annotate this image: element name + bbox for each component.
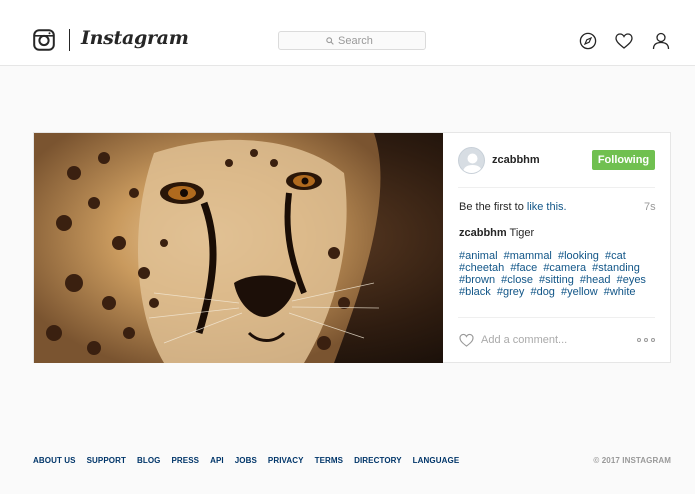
footer-link-jobs[interactable]: JOBS	[235, 456, 257, 465]
footer-link-blog[interactable]: BLOG	[137, 456, 161, 465]
caption-text: Tiger	[506, 227, 535, 239]
hashtag-link[interactable]: #animal	[459, 250, 498, 262]
search-icon	[326, 36, 334, 45]
hashtag-link[interactable]: #looking	[558, 250, 599, 262]
avatar[interactable]	[458, 147, 485, 174]
post-photo[interactable]	[34, 133, 443, 363]
hashtag-link[interactable]: #grey	[497, 286, 525, 298]
comment-heart-icon[interactable]	[459, 333, 474, 347]
hashtag-link[interactable]: #mammal	[504, 250, 552, 262]
instagram-wordmark[interactable]: Instagram	[81, 27, 189, 49]
hashtag-list: #animal #mammal #looking #cat #cheetah #…	[459, 250, 659, 298]
footer-link-language[interactable]: LANGUAGE	[413, 456, 460, 465]
post-header: zcabbhm Following	[443, 133, 671, 187]
footer: ABOUT US SUPPORT BLOG PRESS API JOBS PRI…	[33, 456, 671, 468]
divider	[458, 187, 655, 188]
footer-link-directory[interactable]: DIRECTORY	[354, 456, 402, 465]
hashtag-link[interactable]: #dog	[530, 286, 554, 298]
hashtag-link[interactable]: #yellow	[561, 286, 598, 298]
compass-icon[interactable]	[579, 32, 597, 50]
hashtag-link[interactable]: #white	[604, 286, 636, 298]
top-navigation-bar: Instagram	[0, 0, 695, 66]
cheetah-image	[34, 133, 443, 363]
post-caption: zcabbhm Tiger	[459, 227, 534, 239]
post-card: zcabbhm Following Be the first to like t…	[33, 132, 671, 363]
hashtag-link[interactable]: #cheetah	[459, 262, 504, 274]
hashtag-link[interactable]: #head	[580, 274, 611, 286]
footer-link-api[interactable]: API	[210, 456, 224, 465]
footer-link-support[interactable]: SUPPORT	[87, 456, 126, 465]
likes-text: Be the first to like this.	[459, 201, 567, 213]
following-button[interactable]: Following	[592, 150, 655, 170]
post-details-panel: zcabbhm Following Be the first to like t…	[443, 133, 671, 363]
footer-link-press[interactable]: PRESS	[171, 456, 199, 465]
divider	[458, 317, 655, 318]
copyright-text: © 2017 INSTAGRAM	[593, 456, 671, 465]
hashtag-link[interactable]: #sitting	[539, 274, 574, 286]
hashtag-link[interactable]: #standing	[592, 262, 640, 274]
footer-link-terms[interactable]: TERMS	[315, 456, 344, 465]
hashtag-link[interactable]: #eyes	[617, 274, 646, 286]
post-username[interactable]: zcabbhm	[492, 154, 540, 166]
footer-link-about-us[interactable]: ABOUT US	[33, 456, 76, 465]
add-comment-input[interactable]	[481, 332, 621, 348]
post-timestamp[interactable]: 7s	[644, 201, 656, 213]
heart-icon[interactable]	[615, 32, 633, 50]
footer-link-privacy[interactable]: PRIVACY	[268, 456, 304, 465]
hashtag-link[interactable]: #face	[510, 262, 537, 274]
more-options-icon[interactable]	[637, 333, 655, 347]
logo-divider	[69, 29, 70, 51]
search-box[interactable]	[278, 31, 426, 50]
hashtag-link[interactable]: #black	[459, 286, 491, 298]
search-input[interactable]	[338, 34, 378, 47]
hashtag-link[interactable]: #cat	[605, 250, 626, 262]
hashtag-link[interactable]: #brown	[459, 274, 495, 286]
hashtag-link[interactable]: #camera	[543, 262, 586, 274]
instagram-camera-icon[interactable]	[33, 29, 55, 51]
user-icon[interactable]	[652, 32, 670, 50]
likes-prefix: Be the first to	[459, 201, 527, 213]
hashtag-link[interactable]: #close	[501, 274, 533, 286]
footer-links: ABOUT US SUPPORT BLOG PRESS API JOBS PRI…	[33, 456, 470, 465]
caption-username[interactable]: zcabbhm	[459, 227, 507, 239]
like-this-link[interactable]: like this.	[527, 201, 567, 213]
